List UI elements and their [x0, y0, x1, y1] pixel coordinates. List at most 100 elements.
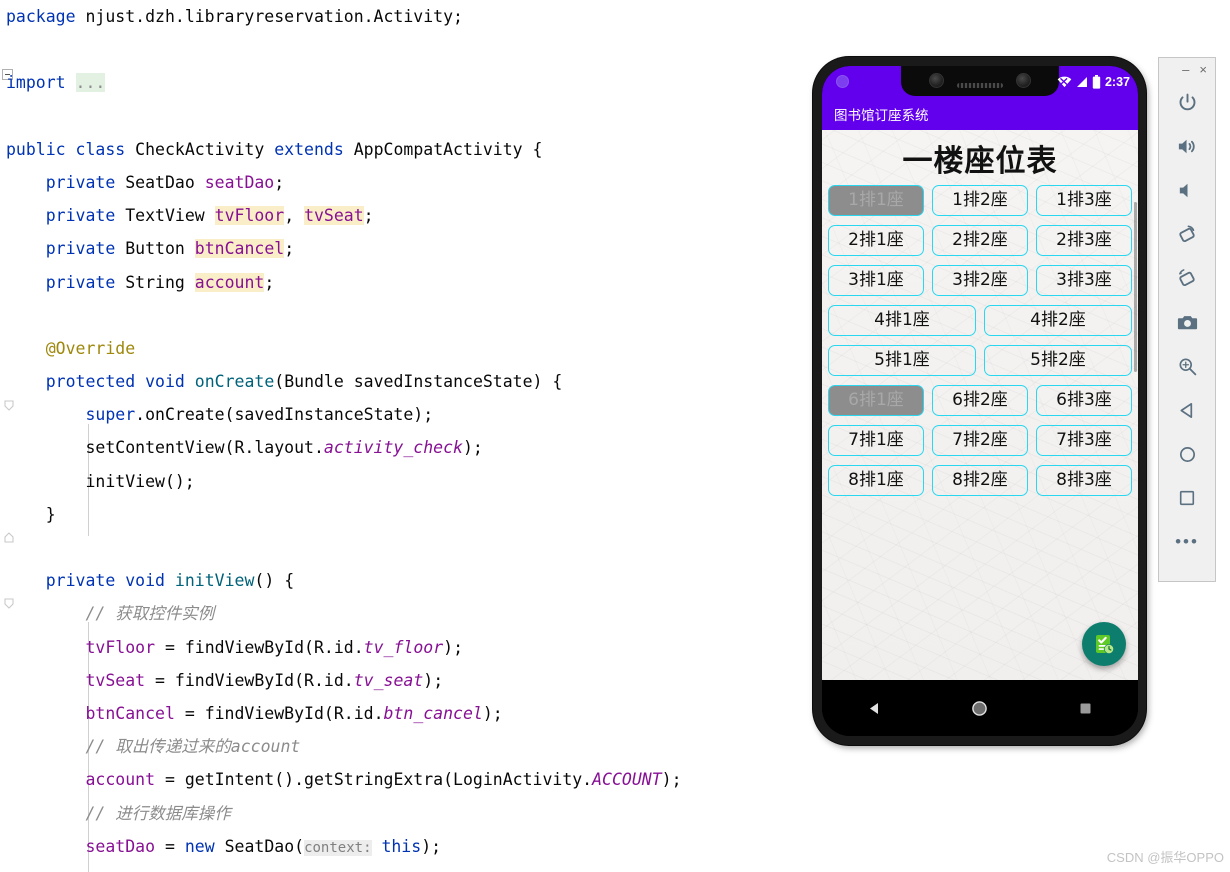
token-keyword: package — [6, 7, 76, 26]
seat-button-taken: 1排1座 — [828, 185, 924, 216]
seat-button[interactable]: 8排1座 — [828, 465, 924, 496]
app-bar: 图书馆订座系统 — [822, 98, 1138, 130]
rotate-right-button[interactable] — [1165, 256, 1209, 300]
nav-recents-button[interactable] — [1061, 692, 1109, 724]
seat-button[interactable]: 8排2座 — [932, 465, 1028, 496]
system-navigation-bar[interactable] — [822, 680, 1138, 736]
token-keyword: private — [45, 206, 116, 226]
seat-button[interactable]: 5排1座 — [828, 345, 976, 376]
token-keyword: import — [6, 73, 66, 93]
back-triangle-icon — [870, 702, 879, 714]
emulator-more-button[interactable]: ••• — [1165, 520, 1209, 564]
punch-hole-camera-icon — [836, 75, 849, 88]
more-dots-icon: ••• — [1175, 532, 1199, 551]
minimize-button[interactable]: – — [1182, 63, 1189, 76]
rotate-left-button[interactable] — [1165, 212, 1209, 256]
emulator-back-button[interactable] — [1165, 388, 1209, 432]
nav-back-button[interactable] — [851, 692, 899, 724]
import-fold-placeholder[interactable]: ... — [75, 73, 106, 93]
code-line: setContentView(R.layout.activity_check); — [6, 438, 483, 458]
nav-home-button[interactable] — [956, 692, 1004, 724]
token-keyword: class — [75, 139, 126, 159]
seat-button[interactable]: 7排2座 — [932, 425, 1028, 456]
seat-grid[interactable]: 1排1座 1排2座 1排3座 2排1座 2排2座 2排3座 3排1座 3排2座 3排3座 4排1座… — [822, 185, 1138, 496]
android-emulator-panel: 2:37 图书馆订座系统 一楼座位表 1排1座 1排2座 1排3座 2排1座 2排2座 2… — [800, 0, 1230, 872]
seat-row: 5排1座 5排2座 — [828, 345, 1132, 376]
code-line: package njust.dzh.libraryreservation.Act… — [6, 7, 463, 26]
code-editor[interactable]: package njust.dzh.libraryreservation.Act… — [0, 0, 800, 872]
earpiece-speaker-icon — [957, 83, 1003, 88]
home-circle-icon — [972, 700, 988, 716]
token-keyword: extends — [274, 139, 344, 159]
screenshot-root: package njust.dzh.libraryreservation.Act… — [0, 0, 1230, 872]
screenshot-button[interactable] — [1165, 300, 1209, 344]
code-line: private void initView() { — [45, 571, 295, 591]
seat-button[interactable]: 6排2座 — [932, 385, 1028, 416]
zoom-in-icon — [1178, 357, 1196, 375]
zoom-mode-button[interactable] — [1165, 344, 1209, 388]
seat-button[interactable]: 4排1座 — [828, 305, 976, 336]
token-keyword: this — [381, 836, 422, 856]
seat-button[interactable]: 3排1座 — [828, 265, 924, 296]
code-line: btnCancel = findViewById(R.id.btn_cancel… — [85, 703, 503, 723]
seat-button[interactable]: 1排3座 — [1036, 185, 1132, 216]
seat-button[interactable]: 2排2座 — [932, 225, 1028, 256]
volume-up-button[interactable] — [1165, 124, 1209, 168]
power-button[interactable] — [1165, 80, 1209, 124]
comment-text: // 进行数据库操作 — [85, 803, 231, 823]
status-clock: 2:37 — [1104, 75, 1130, 89]
vertical-scrollbar[interactable] — [1134, 202, 1137, 372]
seat-button[interactable]: 2排3座 — [1036, 225, 1132, 256]
seat-button[interactable]: 7排3座 — [1036, 425, 1132, 456]
token-keyword: public — [6, 139, 66, 159]
status-bar-indicators: 2:37 — [1057, 66, 1130, 98]
seat-row: 1排1座 1排2座 1排3座 — [828, 185, 1132, 216]
seat-button[interactable]: 7排1座 — [828, 425, 924, 456]
code-line: private TextView tvFloor, tvSeat; — [45, 206, 374, 226]
token-keyword: private — [45, 239, 116, 259]
token-keyword: void — [145, 372, 185, 392]
code-line: initView(); — [6, 471, 195, 491]
seat-button[interactable]: 1排2座 — [932, 185, 1028, 216]
emulator-overview-button[interactable] — [1165, 476, 1209, 520]
code-line: public class CheckActivity extends AppCo… — [6, 139, 543, 159]
front-camera-lens-icon — [929, 73, 944, 88]
seat-button[interactable]: 4排2座 — [984, 305, 1132, 336]
seat-row: 8排1座 8排2座 8排3座 — [828, 465, 1132, 496]
volume-down-button[interactable] — [1165, 168, 1209, 212]
seat-button[interactable]: 6排3座 — [1036, 385, 1132, 416]
rotate-right-icon — [1179, 269, 1195, 287]
emulator-window-controls[interactable]: – × — [1159, 58, 1215, 80]
overview-square-icon — [1179, 490, 1195, 506]
comment-text: // 取出传递过来的account — [85, 737, 301, 757]
code-line: super.onCreate(savedInstanceState); — [85, 405, 434, 425]
check-schedule-fab[interactable] — [1082, 622, 1126, 666]
wifi-off-icon — [1057, 76, 1072, 88]
token-keyword: super — [85, 405, 136, 425]
notch — [901, 66, 1059, 96]
code-line: private String account; — [45, 272, 275, 292]
seat-button[interactable]: 5排2座 — [984, 345, 1132, 376]
code-line: @Override — [0, 332, 800, 365]
app-content[interactable]: 一楼座位表 1排1座 1排2座 1排3座 2排1座 2排2座 2排3座 3排1座 3排2座 3排… — [822, 130, 1138, 680]
emulator-home-button[interactable] — [1165, 432, 1209, 476]
phone-screen[interactable]: 2:37 图书馆订座系统 一楼座位表 1排1座 1排2座 1排3座 2排1座 2排2座 2… — [822, 66, 1138, 736]
close-button[interactable]: × — [1199, 63, 1207, 76]
seat-button[interactable]: 3排3座 — [1036, 265, 1132, 296]
front-camera-lens-2-icon — [1016, 73, 1031, 88]
code-line-comment: // 进行数据库操作 — [0, 797, 800, 830]
seat-button[interactable]: 3排2座 — [932, 265, 1028, 296]
token-keyword: protected — [45, 372, 136, 392]
seat-button[interactable]: 2排1座 — [828, 225, 924, 256]
emulator-toolbar[interactable]: – × ••• — [1158, 57, 1216, 582]
code-line: seatDao = new SeatDao(context: this); — [85, 836, 442, 856]
seat-button[interactable]: 8排3座 — [1036, 465, 1132, 496]
code-line: account = getIntent().getStringExtra(Log… — [85, 770, 682, 790]
code-lines: package njust.dzh.libraryreservation.Act… — [0, 0, 800, 863]
phone-device-frame: 2:37 图书馆订座系统 一楼座位表 1排1座 1排2座 1排3座 2排1座 2排2座 2… — [813, 57, 1146, 745]
home-circle-icon — [1179, 446, 1195, 462]
